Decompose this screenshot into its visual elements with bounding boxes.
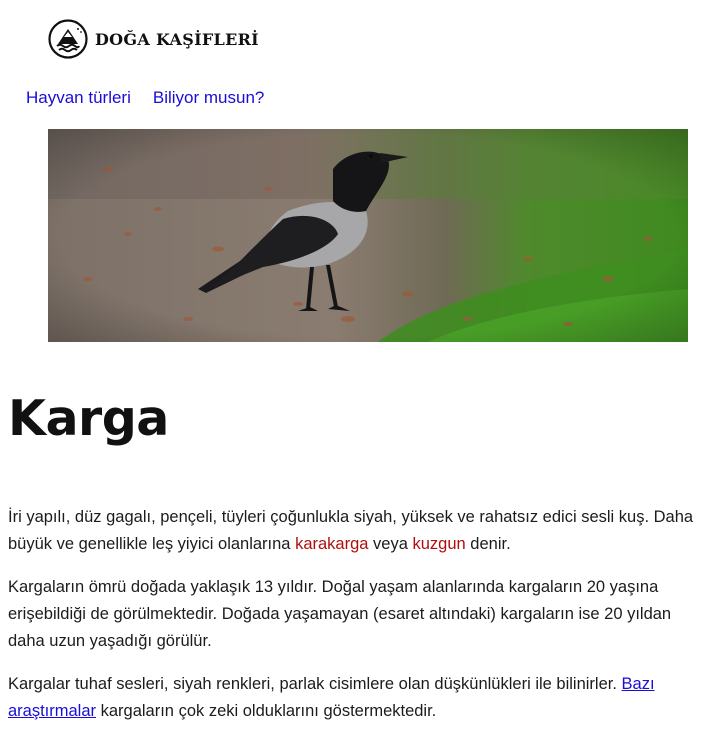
paragraph-2: Kargaların ömrü doğada yaklaşık 13 yıldı… [8, 578, 672, 650]
site-header[interactable]: DOĞA KAŞİFLERİ [48, 18, 259, 60]
main-nav: Hayvan türleri Biliyor musun? [26, 88, 264, 108]
paragraph-1-text-b: veya [368, 535, 413, 553]
link-kuzgun[interactable]: kuzgun [412, 535, 465, 553]
nav-link-did-you-know[interactable]: Biliyor musun? [153, 88, 265, 108]
nav-link-animal-species[interactable]: Hayvan türleri [26, 88, 131, 108]
brand-name[interactable]: DOĞA KAŞİFLERİ [95, 30, 259, 49]
mountain-sea-emblem-icon[interactable] [48, 19, 88, 59]
page-title: Karga [8, 390, 169, 447]
article-body: İri yapılı, düz gagalı, pençeli, tüyleri… [8, 504, 698, 741]
paragraph-3-text-a: Kargalar tuhaf sesleri, siyah renkleri, … [8, 675, 622, 693]
paragraph-1-text-c: denir. [465, 535, 511, 553]
paragraph-1: İri yapılı, düz gagalı, pençeli, tüyleri… [8, 504, 698, 558]
page: DOĞA KAŞİFLERİ Hayvan türleri Biliyor mu… [0, 0, 725, 745]
paragraph-3-text-b: kargaların çok zeki olduklarını gösterme… [96, 702, 437, 720]
link-karakarga[interactable]: karakarga [295, 535, 368, 553]
paragraph-3: Kargalar tuhaf sesleri, siyah renkleri, … [8, 671, 698, 725]
hero-image [48, 129, 688, 342]
